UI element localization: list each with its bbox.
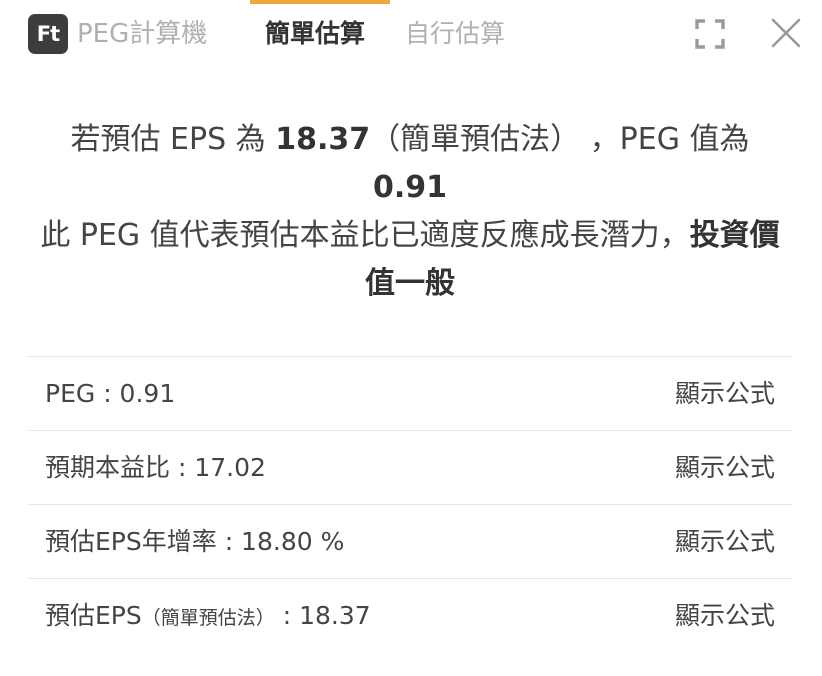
list-item: 預估EPS年增率 : 18.80 % 顯示公式 bbox=[28, 504, 792, 578]
show-formula-link[interactable]: 顯示公式 bbox=[675, 357, 775, 430]
expand-icon[interactable] bbox=[694, 18, 726, 50]
app-logo: Ft bbox=[28, 14, 68, 54]
summary-text-part2: （簡單預估法） ，PEG 值為 bbox=[370, 122, 750, 157]
tab-custom-estimate[interactable]: 自行估算 bbox=[405, 14, 505, 54]
summary-text-part1: 若預估 EPS 為 bbox=[70, 122, 276, 157]
tab-simple-estimate[interactable]: 簡單估算 bbox=[265, 14, 365, 54]
peg-summary: 若預估 EPS 為 18.37（簡單預估法） ，PEG 值為 0.91 此 PE… bbox=[28, 116, 792, 308]
metric-label-note: （簡單預估法） bbox=[141, 607, 275, 629]
metrics-list: PEG : 0.91 顯示公式 預期本益比 : 17.02 顯示公式 預估EPS… bbox=[28, 356, 792, 652]
summary-text-part3: 此 PEG 值代表預估本益比已適度反應成長潛力， bbox=[40, 218, 690, 253]
metric-label: PEG : 0.91 bbox=[45, 379, 176, 408]
show-formula-link[interactable]: 顯示公式 bbox=[675, 431, 775, 504]
app-title: PEG計算機 bbox=[77, 19, 208, 49]
list-item: PEG : 0.91 顯示公式 bbox=[28, 356, 792, 430]
metric-label: 預估EPS年增率 : 18.80 % bbox=[45, 527, 345, 556]
metric-label-value: : 18.37 bbox=[274, 601, 371, 630]
metric-label: 預估EPS（簡單預估法） : 18.37 bbox=[45, 579, 371, 655]
close-icon[interactable] bbox=[770, 17, 802, 49]
metric-label-main: 預估EPS bbox=[45, 601, 142, 630]
list-item: 預估EPS（簡單預估法） : 18.37 顯示公式 bbox=[28, 578, 792, 652]
active-tab-indicator bbox=[250, 0, 390, 4]
show-formula-link[interactable]: 顯示公式 bbox=[675, 579, 775, 652]
summary-peg-value: 0.91 bbox=[372, 170, 448, 205]
summary-eps-value: 18.37 bbox=[275, 122, 371, 157]
list-item: 預期本益比 : 17.02 顯示公式 bbox=[28, 430, 792, 504]
header-bar: Ft PEG計算機 簡單估算 自行估算 bbox=[0, 0, 822, 70]
metric-label: 預期本益比 : 17.02 bbox=[45, 453, 266, 482]
show-formula-link[interactable]: 顯示公式 bbox=[675, 505, 775, 578]
